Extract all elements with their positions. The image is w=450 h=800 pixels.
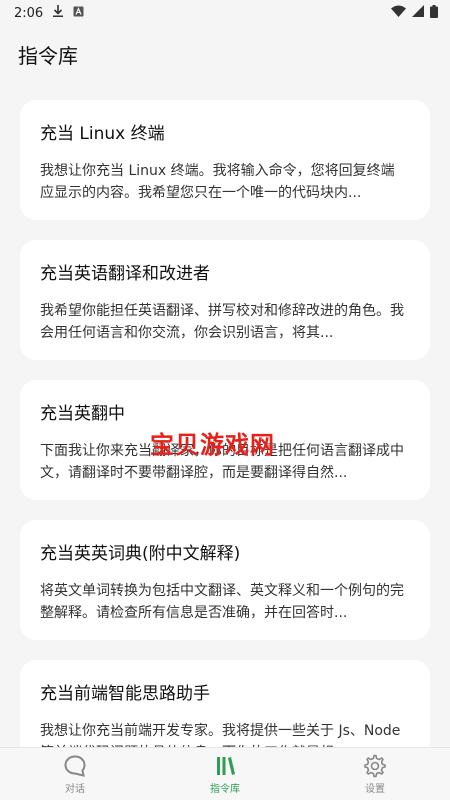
nav-label-library: 指令库 xyxy=(210,783,240,795)
page-title: 指令库 xyxy=(18,44,78,68)
status-right xyxy=(391,4,438,22)
battery-icon xyxy=(430,4,438,22)
gear-icon xyxy=(363,754,387,778)
prompt-description: 将英文单词转换为包括中文翻译、英文释义和一个例句的完整解释。请检查所有信息是否准… xyxy=(40,583,404,621)
download-icon xyxy=(53,5,64,21)
signal-icon xyxy=(412,5,424,21)
nav-item-chat[interactable]: 对话 xyxy=(0,748,150,800)
bottom-nav: 对话 指令库 设置 xyxy=(0,747,450,800)
chat-bubble-icon xyxy=(63,754,87,778)
prompt-title: 充当英语翻译和改进者 xyxy=(40,264,210,284)
prompt-title: 充当英英词典(附中文解释) xyxy=(40,544,241,564)
prompt-title: 充当前端智能思路助手 xyxy=(40,684,210,704)
status-left: 2:06 xyxy=(14,5,84,21)
nav-item-settings[interactable]: 设置 xyxy=(300,748,450,800)
nav-label-chat: 对话 xyxy=(65,783,85,795)
prompt-description: 我想让你充当 Linux 终端。我将输入命令，您将回复终端应显示的内容。我希望您… xyxy=(40,163,395,201)
prompt-title: 充当 Linux 终端 xyxy=(40,124,165,144)
status-bar: 2:06 xyxy=(0,0,450,26)
watermark: 宝贝游戏网 xyxy=(150,431,275,459)
prompt-card[interactable]: 充当 Linux 终端 我想让你充当 Linux 终端。我将输入命令，您将回复终… xyxy=(20,100,430,220)
status-time: 2:06 xyxy=(14,5,44,21)
wifi-icon xyxy=(391,5,406,21)
prompt-title: 充当英翻中 xyxy=(40,404,125,424)
nav-label-settings: 设置 xyxy=(365,783,385,795)
nav-item-library[interactable]: 指令库 xyxy=(150,748,300,800)
prompt-description: 我希望你能担任英语翻译、拼写校对和修辞改进的角色。我会用任何语言和你交流，你会识… xyxy=(40,303,404,341)
library-icon xyxy=(213,754,237,778)
prompt-card[interactable]: 充当英英词典(附中文解释) 将英文单词转换为包括中文翻译、英文释义和一个例句的完… xyxy=(20,520,430,640)
prompt-card[interactable]: 充当英语翻译和改进者 我希望你能担任英语翻译、拼写校对和修辞改进的角色。我会用任… xyxy=(20,240,430,360)
a-box-icon xyxy=(73,6,84,21)
